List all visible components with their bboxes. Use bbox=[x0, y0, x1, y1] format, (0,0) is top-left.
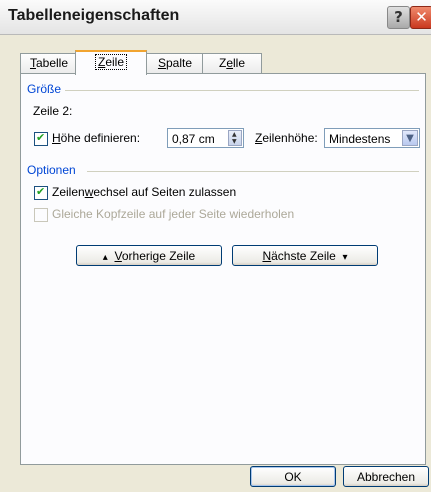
tab-zeile[interactable]: Zeile bbox=[75, 50, 147, 75]
size-group-divider bbox=[65, 90, 419, 91]
height-stepper[interactable]: 0,87 cm ▲ ▼ bbox=[167, 128, 244, 148]
cancel-button[interactable]: Abbrechen bbox=[343, 466, 429, 487]
allow-break-checkbox[interactable] bbox=[34, 185, 48, 200]
tab-zelle[interactable]: Zelle bbox=[202, 53, 262, 73]
arrow-down-icon: ▾ bbox=[342, 252, 348, 263]
tab-spalte[interactable]: Spalte bbox=[145, 53, 205, 73]
repeat-header-label: Gleiche Kopfzeile auf jeder Seite wieder… bbox=[52, 207, 295, 221]
row-height-select[interactable]: Mindestens ▼ bbox=[324, 128, 420, 148]
row-height-value: Mindestens bbox=[329, 132, 391, 146]
tab-label: Spalte bbox=[157, 56, 193, 70]
height-value: 0,87 cm bbox=[172, 132, 215, 146]
title-bar: Tabelleneigenschaften ? ✕ bbox=[0, 0, 431, 35]
close-button[interactable]: ✕ bbox=[410, 6, 431, 29]
tab-label: Zeile bbox=[94, 54, 128, 70]
height-spin-buttons[interactable]: ▲ ▼ bbox=[228, 130, 242, 146]
window-title: Tabelleneigenschaften bbox=[8, 7, 180, 24]
height-checkbox-label[interactable]: Höhe definieren: bbox=[52, 131, 140, 145]
row-height-label: Zeilenhöhe: bbox=[255, 131, 318, 145]
help-icon: ? bbox=[394, 8, 403, 26]
arrow-up-icon: ▴ bbox=[102, 252, 108, 263]
size-group-title: Größe bbox=[27, 82, 62, 96]
close-icon: ✕ bbox=[415, 8, 428, 26]
tab-panel-zeile: Größe Zeile 2: Höhe definieren: 0,87 cm … bbox=[20, 73, 426, 465]
next-row-button[interactable]: Nächste Zeile ▾ bbox=[232, 245, 378, 266]
ok-button[interactable]: OK bbox=[250, 466, 336, 487]
height-checkbox[interactable] bbox=[34, 131, 48, 146]
spin-down-icon[interactable]: ▼ bbox=[232, 139, 237, 145]
help-button[interactable]: ? bbox=[387, 6, 410, 29]
tab-label: Zelle bbox=[218, 56, 246, 70]
allow-break-label[interactable]: Zeilenwechsel auf Seiten zulassen bbox=[52, 185, 236, 199]
next-row-label: Nächste Zeile bbox=[262, 249, 336, 263]
previous-row-label: Vorherige Zeile bbox=[114, 249, 196, 263]
tab-tabelle[interactable]: Tabelle bbox=[20, 53, 78, 73]
options-group-divider bbox=[87, 171, 419, 172]
row-label: Zeile 2: bbox=[33, 104, 73, 118]
repeat-header-checkbox[interactable] bbox=[34, 208, 48, 222]
options-group-title: Optionen bbox=[27, 163, 76, 177]
previous-row-button[interactable]: ▴ Vorherige Zeile bbox=[76, 245, 222, 266]
chevron-down-icon[interactable]: ▼ bbox=[402, 130, 418, 146]
tab-label: Tabelle bbox=[29, 56, 69, 70]
